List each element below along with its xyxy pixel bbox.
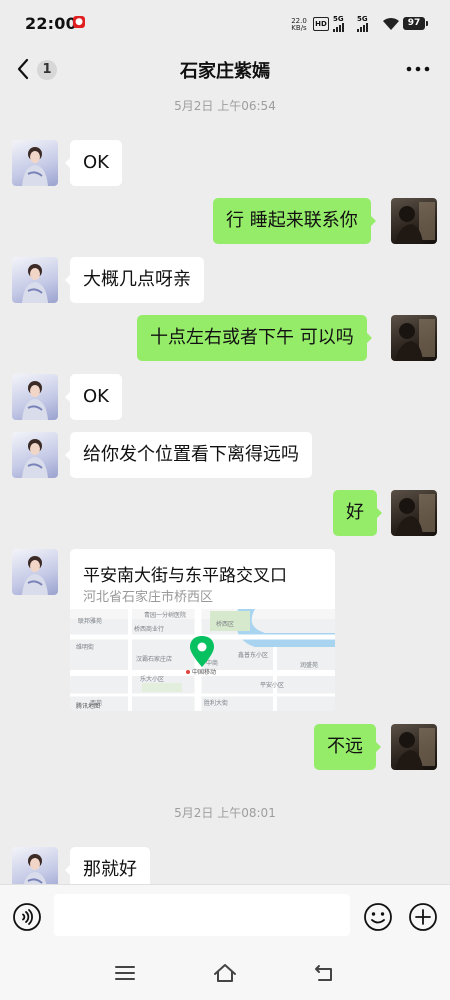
location-map-thumbnail: 青园一分树医院 桥西区 桥西商业行 联邦雅苑 维明街 鑫普东小区 中商 汉霸石家… [70,609,335,711]
my-avatar[interactable] [391,490,437,536]
chat-header: 1 石家庄紫嫣 [0,48,450,90]
plus-icon [409,903,437,931]
message-bubble-sent[interactable]: 不远 [314,724,381,770]
map-label: 联邦雅苑 [78,617,102,625]
map-label: 乐大小区 [140,675,164,683]
contact-avatar[interactable] [12,257,58,303]
map-label: 平安小区 [260,681,284,689]
home-button[interactable] [213,962,237,984]
message-input[interactable] [54,894,350,936]
chat-title: 石家庄紫嫣 [180,61,270,82]
map-label: 桥西商业行 [134,625,164,633]
back-nav-button[interactable] [313,962,337,984]
map-label: 汉霸石家庄店 [136,655,172,663]
menu-icon [115,966,135,980]
message-bubble-received[interactable]: OK [65,140,122,186]
chevron-left-icon [17,58,29,80]
message-bubble-received[interactable]: 大概几点呀亲 [65,257,204,303]
more-dots-icon [406,66,430,72]
map-label: 鑫普东小区 [238,651,268,659]
contact-avatar[interactable] [12,549,58,595]
location-address: 河北省石家庄市桥西区 [83,590,214,605]
contact-avatar[interactable] [12,432,58,478]
back-icon [315,965,332,981]
back-button[interactable]: 1 [10,52,62,86]
signal-icon-sim2: 5G [357,16,375,32]
voice-button[interactable] [12,902,41,931]
system-navigation-bar [0,946,450,1000]
my-avatar[interactable] [391,315,437,361]
network-speed-unit: KB/s [291,24,307,32]
status-bar: 22:00 ● 22.0 KB/s HD 5G 5G 97 [0,0,450,48]
unread-count-badge: 1 [37,60,57,80]
contact-avatar[interactable] [12,140,58,186]
input-bar [0,884,450,946]
status-time: 22:00 [25,14,77,33]
signal-icon-sim1: 5G [333,16,351,32]
emoji-icon [364,903,392,931]
emoji-button[interactable] [363,902,393,932]
more-functions-button[interactable] [408,902,438,932]
hd-icon: HD [313,17,329,31]
map-watermark: 腾讯地图 [76,702,100,710]
message-bubble-sent[interactable]: 好 [333,490,382,536]
timestamp: 5月2日 上午08:01 [174,806,276,820]
chat-screen: 22:00 ● 22.0 KB/s HD 5G 5G 97 1 石家庄紫嫣 5月… [0,0,450,1000]
network-speed: 22.0 KB/s [290,18,308,32]
location-message-card[interactable]: 平安南大街与东平路交叉口 河北省石家庄市桥西区 青园一分树医院 桥西区 桥西商业… [70,549,335,711]
message-list[interactable]: 5月2日 上午06:54 OK 行 睡起来联系你 大概几点呀亲 十点左右或者下午… [0,90,450,884]
map-label: 中国移动 [192,668,216,676]
battery-icon: 97 [403,17,428,30]
map-label: 青园一分树医院 [144,611,186,619]
contact-avatar[interactable] [12,847,58,884]
location-title: 平安南大街与东平路交叉口 [83,566,287,586]
my-avatar[interactable] [391,724,437,770]
home-icon [214,964,236,982]
wifi-icon [382,16,400,30]
message-bubble-received[interactable]: 那就好 [65,847,150,884]
more-button[interactable] [400,54,436,84]
message-bubble-received[interactable]: 给你发个位置看下离得远吗 [65,432,312,478]
contact-avatar[interactable] [12,374,58,420]
timestamp: 5月2日 上午06:54 [174,99,276,113]
map-label: 桥西区 [216,620,234,628]
menu-button[interactable] [113,962,137,984]
weibo-notification-icon: ● [73,16,85,28]
message-bubble-sent[interactable]: 十点左右或者下午 可以吗 [137,315,372,361]
map-label: 维明街 [76,643,94,651]
map-label: 润盛苑 [300,661,318,669]
map-label: 胜利大街 [204,699,228,707]
message-bubble-received[interactable]: OK [65,374,122,420]
my-avatar[interactable] [391,198,437,244]
map-label: 中商 [206,659,218,667]
message-bubble-sent[interactable]: 行 睡起来联系你 [213,198,376,244]
voice-input-icon [13,903,41,931]
